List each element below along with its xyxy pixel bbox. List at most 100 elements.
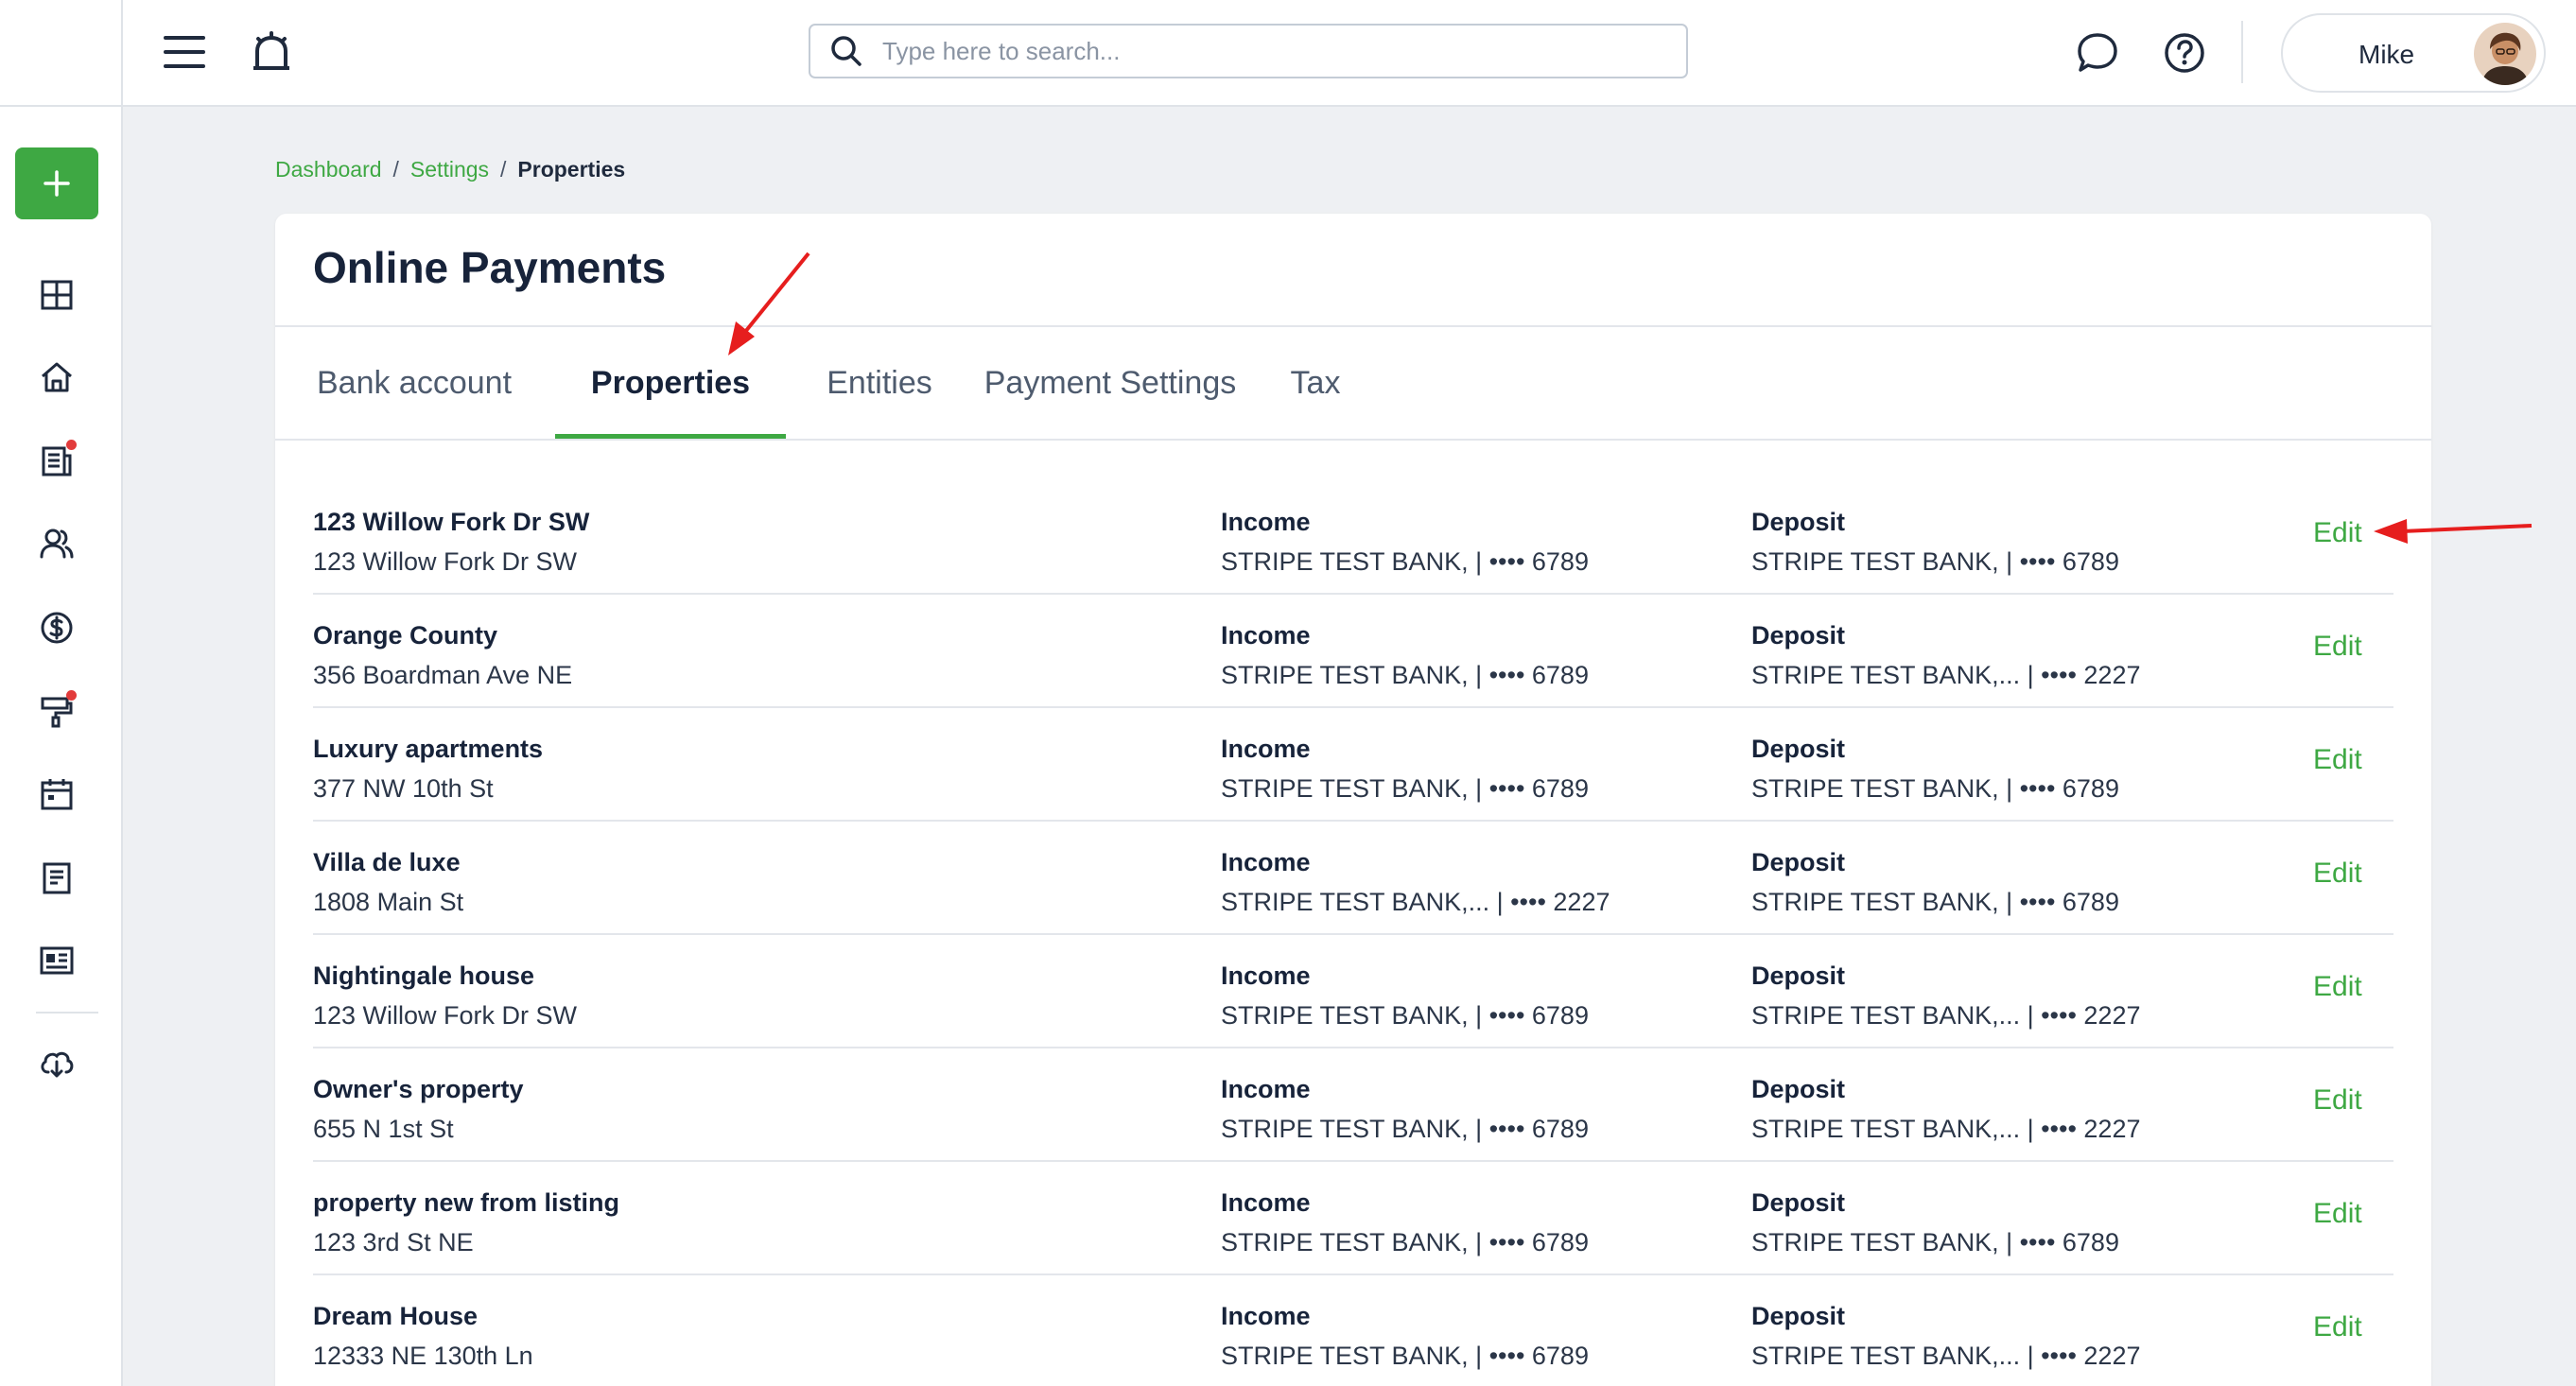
tab-entities[interactable]: Entities	[822, 327, 937, 439]
menu-button[interactable]	[161, 28, 208, 76]
income-cell: Income STRIPE TEST BANK,... | •••• 2227	[1221, 842, 1610, 922]
property-row: Luxury apartments 377 NW 10th St Income STR…	[313, 708, 2393, 822]
user-menu[interactable]: Mike	[2281, 13, 2546, 93]
deposit-cell: Deposit STRIPE TEST BANK, | •••• 6789	[1751, 502, 2119, 581]
properties-list: 123 Willow Fork Dr SW 123 Willow Fork Dr …	[313, 481, 2393, 1386]
tab-label: Entities	[827, 364, 932, 401]
plus-icon	[44, 170, 70, 197]
tab-tax[interactable]: Tax	[1283, 327, 1348, 439]
property-row: Dream House 12333 NE 130th Ln Income STRIPE…	[313, 1275, 2393, 1386]
property-name: property new from listing	[313, 1188, 620, 1217]
property-name: Dream House	[313, 1302, 479, 1330]
topbar-divider	[2241, 21, 2243, 83]
property-row: 123 Willow Fork Dr SW 123 Willow Fork Dr …	[313, 481, 2393, 595]
deposit-label: Deposit	[1751, 1188, 1846, 1217]
sidebar-item-people[interactable]	[33, 520, 80, 567]
sidebar-item-download[interactable]	[33, 1040, 80, 1087]
deposit-cell: Deposit STRIPE TEST BANK,... | •••• 2227	[1751, 615, 2140, 695]
breadcrumb-settings[interactable]: Settings	[410, 157, 489, 182]
income-cell: Income STRIPE TEST BANK, | •••• 6789	[1221, 1183, 1589, 1262]
property-address: 123 Willow Fork Dr SW	[313, 1001, 578, 1030]
edit-button[interactable]: Edit	[2313, 631, 2362, 663]
edit-button[interactable]: Edit	[2313, 1198, 2362, 1230]
deposit-label: Deposit	[1751, 848, 1846, 876]
deposit-cell: Deposit STRIPE TEST BANK, | •••• 6789	[1751, 729, 2119, 808]
deposit-account: STRIPE TEST BANK,... | •••• 2227	[1751, 1001, 2141, 1030]
deposit-account: STRIPE TEST BANK,... | •••• 2227	[1751, 661, 2141, 689]
property-row: Villa de luxe 1808 Main St Income STRIPE TE…	[313, 822, 2393, 935]
sidebar-item-home[interactable]	[33, 354, 80, 401]
tab-bank-account[interactable]: Bank account	[313, 327, 515, 439]
edit-button[interactable]: Edit	[2313, 971, 2362, 1003]
deposit-account: STRIPE TEST BANK, | •••• 6789	[1751, 1228, 2119, 1256]
income-account: STRIPE TEST BANK, | •••• 6789	[1221, 1001, 1589, 1030]
sidebar-item-calendar[interactable]	[33, 771, 80, 818]
edit-button[interactable]: Edit	[2313, 1311, 2362, 1343]
dollar-icon	[41, 612, 73, 644]
deposit-cell: Deposit STRIPE TEST BANK,... | •••• 2227	[1751, 1296, 2140, 1376]
sidebar-item-documents[interactable]	[33, 855, 80, 902]
listing-icon	[40, 946, 74, 975]
sidebar-item-maintenance[interactable]	[33, 688, 80, 736]
tab-payment-settings[interactable]: Payment Settings	[975, 327, 1245, 439]
income-label: Income	[1221, 508, 1311, 536]
property-name: Villa de luxe	[313, 848, 461, 876]
deposit-label: Deposit	[1751, 508, 1846, 536]
tab-label: Payment Settings	[983, 364, 1237, 401]
deposit-account: STRIPE TEST BANK,... | •••• 2227	[1751, 1342, 2141, 1370]
income-account: STRIPE TEST BANK, | •••• 6789	[1221, 547, 1589, 576]
top-bar: Mike	[123, 0, 2576, 107]
income-account: STRIPE TEST BANK, | •••• 6789	[1221, 774, 1589, 803]
online-payments-card: Online Payments Bank account Properties …	[275, 214, 2431, 1386]
user-name: Mike	[2358, 40, 2415, 69]
deposit-label: Deposit	[1751, 735, 1846, 763]
sidebar-item-news[interactable]	[33, 438, 80, 485]
search-input[interactable]	[882, 36, 1658, 66]
income-label: Income	[1221, 1188, 1311, 1217]
edit-button[interactable]: Edit	[2313, 858, 2362, 890]
app-logo[interactable]	[246, 26, 297, 78]
tab-properties[interactable]: Properties	[555, 327, 786, 441]
chat-button[interactable]	[2071, 26, 2124, 79]
property-cell: Owner's property 655 N 1st St	[313, 1069, 523, 1149]
edit-button[interactable]: Edit	[2313, 517, 2362, 549]
income-account: STRIPE TEST BANK, | •••• 6789	[1221, 1115, 1589, 1143]
sidebar-item-payments[interactable]	[33, 604, 80, 651]
property-row: property new from listing 123 3rd St NE In…	[313, 1162, 2393, 1275]
add-button[interactable]	[15, 147, 98, 219]
calendar-icon	[41, 779, 73, 810]
sidebar-header	[0, 0, 121, 107]
property-row: Nightingale house 123 Willow Fork Dr SW In…	[313, 935, 2393, 1048]
property-address: 377 NW 10th St	[313, 774, 494, 803]
deposit-label: Deposit	[1751, 962, 1846, 990]
tab-label: Properties	[590, 364, 751, 401]
income-cell: Income STRIPE TEST BANK, | •••• 6789	[1221, 502, 1589, 581]
property-cell: Nightingale house 123 Willow Fork Dr SW	[313, 956, 577, 1035]
deposit-cell: Deposit STRIPE TEST BANK, | •••• 6789	[1751, 842, 2119, 922]
sidebar-item-dashboard[interactable]	[33, 271, 80, 319]
deposit-account: STRIPE TEST BANK, | •••• 6789	[1751, 547, 2119, 576]
breadcrumb-dashboard[interactable]: Dashboard	[275, 157, 382, 182]
breadcrumb-separator: /	[500, 157, 507, 182]
deposit-account: STRIPE TEST BANK, | •••• 6789	[1751, 774, 2119, 803]
tab-bar: Bank account Properties Entities Payment…	[275, 327, 2431, 441]
search-icon	[831, 36, 862, 66]
income-cell: Income STRIPE TEST BANK, | •••• 6789	[1221, 1069, 1589, 1149]
page-title: Online Payments	[313, 243, 667, 292]
property-address: 123 3rd St NE	[313, 1228, 474, 1256]
edit-button[interactable]: Edit	[2313, 1084, 2362, 1117]
income-label: Income	[1221, 1302, 1311, 1330]
breadcrumb-current: Properties	[517, 157, 626, 182]
dashboard-icon	[41, 280, 73, 310]
deposit-label: Deposit	[1751, 1302, 1846, 1330]
income-label: Income	[1221, 848, 1311, 876]
home-icon	[42, 362, 72, 392]
search-box[interactable]	[809, 24, 1688, 78]
deposit-account: STRIPE TEST BANK,... | •••• 2227	[1751, 1115, 2141, 1143]
help-button[interactable]	[2158, 26, 2211, 79]
property-cell: Dream House 12333 NE 130th Ln	[313, 1296, 533, 1376]
property-name: Nightingale house	[313, 962, 535, 990]
deposit-label: Deposit	[1751, 621, 1846, 650]
edit-button[interactable]: Edit	[2313, 744, 2362, 776]
sidebar-item-listings[interactable]	[33, 937, 80, 984]
